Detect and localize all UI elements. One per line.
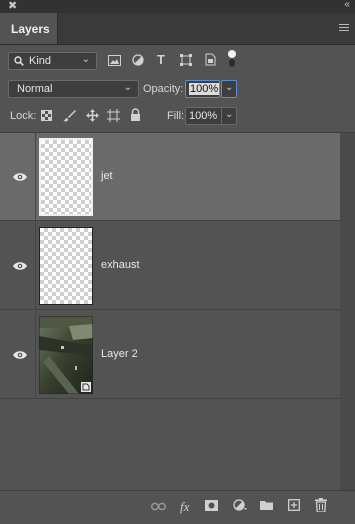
mask-icon[interactable] [205, 500, 218, 511]
chevron-down-icon: ⌄ [225, 109, 234, 120]
tab-layers-label: Layers [11, 22, 50, 36]
tab-bar: Layers [0, 13, 355, 45]
visibility-eye-icon[interactable] [13, 172, 27, 182]
filter-toggle[interactable] [228, 50, 236, 68]
layer-row-exhaust[interactable]: exhaust [0, 222, 340, 310]
lock-all-icon[interactable] [130, 108, 141, 121]
lock-transparent-pixels-icon[interactable] [41, 110, 52, 121]
link-icon[interactable] [151, 502, 166, 511]
layer-thumbnail[interactable] [39, 227, 93, 305]
filter-kind-select[interactable]: Kind ⌄ [8, 52, 97, 70]
fill-divider [221, 108, 222, 124]
fill-label: Fill: [167, 110, 185, 122]
filter-kind-label: Kind [29, 55, 52, 67]
smart-object-filter-icon[interactable] [205, 53, 216, 66]
layer-name[interactable]: exhaust [101, 259, 140, 271]
lock-position-icon[interactable] [86, 109, 99, 122]
layer-name[interactable]: Layer 2 [101, 348, 138, 360]
panel-footer: fx [0, 490, 355, 524]
lock-row: Lock: Fill: 100% ⌄ [0, 107, 355, 127]
layer-row-layer-2[interactable]: Layer 2 [0, 311, 340, 399]
folder-icon[interactable] [260, 500, 273, 510]
search-icon [14, 56, 24, 66]
lock-label: Lock: [10, 110, 37, 122]
pixel-layer-filter-icon[interactable] [108, 55, 121, 66]
trash-icon[interactable] [315, 498, 327, 512]
fx-icon[interactable]: fx [180, 499, 189, 515]
collapse-panel-icon[interactable]: ‹‹ [344, 0, 350, 10]
layers-list: jet exhaust Layer 2 [0, 133, 355, 490]
opacity-value: 100% [189, 83, 220, 95]
blend-row: Normal ⌄ Opacity: 100% ⌄ [0, 80, 355, 100]
opacity-label: Opacity: [143, 83, 184, 95]
blend-mode-select[interactable]: Normal ⌄ [8, 80, 139, 98]
blend-mode-value: Normal [17, 83, 53, 95]
visibility-eye-icon[interactable] [13, 261, 27, 271]
adjustment-icon[interactable] [233, 499, 247, 511]
lock-artboard-icon[interactable] [107, 109, 120, 122]
visibility-eye-icon[interactable] [13, 350, 27, 360]
type-layer-filter-icon[interactable]: T [157, 52, 165, 67]
shape-layer-filter-icon[interactable] [180, 54, 192, 66]
layer-thumbnail[interactable] [39, 138, 93, 216]
fill-value: 100% [189, 110, 218, 122]
new-layer-icon[interactable] [288, 499, 300, 511]
chevron-down-icon: ⌄ [81, 54, 90, 65]
layer-thumbnail-image[interactable] [39, 316, 93, 394]
opacity-dropdown[interactable]: ⌄ [221, 80, 237, 98]
layer-divider [35, 133, 36, 220]
adjustment-layer-filter-icon[interactable] [132, 54, 144, 66]
panel-menu-icon[interactable] [339, 24, 349, 32]
layer-name[interactable]: jet [101, 170, 113, 182]
chevron-down-icon: ⌄ [123, 82, 132, 93]
filter-row: Kind ⌄ T [0, 50, 355, 72]
layers-panel: ✖ ‹‹ Layers Kind ⌄ T Normal ⌄ Opacity: 1… [0, 0, 355, 524]
layers-scrollbar[interactable] [340, 133, 355, 490]
close-panel-icon[interactable]: ✖ [8, 0, 17, 12]
chevron-down-icon: ⌄ [225, 82, 234, 93]
tab-layers[interactable]: Layers [0, 13, 58, 44]
layer-divider [35, 311, 36, 398]
layer-row-jet[interactable]: jet [0, 133, 340, 221]
panel-title-bar: ✖ ‹‹ [0, 0, 355, 13]
fill-input[interactable]: 100% ⌄ [185, 107, 237, 125]
layer-divider [35, 222, 36, 309]
lock-image-pixels-icon[interactable] [63, 109, 76, 122]
opacity-input[interactable]: 100% [185, 80, 220, 98]
